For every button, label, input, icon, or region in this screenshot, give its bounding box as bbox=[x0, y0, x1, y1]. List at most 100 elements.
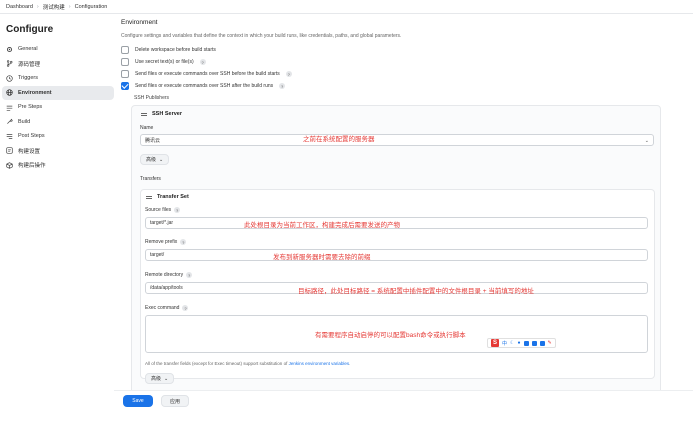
settings-icon bbox=[6, 147, 13, 154]
steps-icon bbox=[6, 104, 13, 111]
transfers-label-text: Transfers bbox=[140, 176, 161, 182]
source-files-value: target/*.jar bbox=[150, 220, 174, 226]
breadcrumb-separator: › bbox=[68, 3, 71, 10]
sidebar-item-environment[interactable]: Environment bbox=[2, 85, 114, 100]
section-title: Environment bbox=[121, 19, 158, 26]
sidebar-item-general[interactable]: General bbox=[2, 42, 114, 57]
server-name-select[interactable]: 腾讯云 ⌄ bbox=[140, 134, 654, 146]
drag-handle-icon[interactable] bbox=[141, 112, 147, 116]
option-label: Use secret text(s) or file(s) bbox=[135, 59, 194, 65]
chevron-down-icon: ⌄ bbox=[159, 156, 164, 163]
sidebar-item-label: Build bbox=[18, 118, 31, 125]
sidebar-item-source-code[interactable]: 源码管理 bbox=[2, 57, 114, 72]
annotation-remove-prefix: 发布到新服务器时需要去除的前缀 bbox=[273, 254, 371, 261]
server-advanced-button[interactable]: 高级 ⌄ bbox=[140, 154, 170, 165]
sidebar-item-label: 构建设置 bbox=[18, 148, 41, 155]
sidebar-item-post-build[interactable]: 构建后操作 bbox=[2, 158, 114, 173]
moon-icon[interactable]: ☾ bbox=[510, 340, 514, 346]
ssh-server-header: SSH Server bbox=[141, 111, 182, 117]
option-delete-workspace[interactable]: Delete workspace before build starts bbox=[121, 46, 216, 54]
help-icon[interactable]: ? bbox=[279, 83, 286, 89]
sidebar-item-label: General bbox=[18, 46, 38, 53]
sidebar-item-triggers[interactable]: Triggers bbox=[2, 71, 114, 86]
sidebar-item-build-settings[interactable]: 构建设置 bbox=[2, 144, 114, 159]
help-icon[interactable]: ? bbox=[199, 59, 206, 65]
help-icon[interactable]: ? bbox=[182, 305, 189, 311]
save-button[interactable]: Save bbox=[123, 395, 153, 407]
advanced-label: 高级 bbox=[151, 376, 162, 382]
ssh-publishers-label: SSH Publishers bbox=[134, 95, 170, 101]
clock-icon bbox=[6, 75, 13, 82]
bottom-action-bar bbox=[114, 390, 693, 426]
help-icon[interactable]: ? bbox=[285, 71, 292, 77]
checkbox-checked[interactable] bbox=[121, 82, 129, 90]
sidebar: General 源码管理 Triggers Environment Pre St… bbox=[2, 42, 114, 173]
checkbox[interactable] bbox=[121, 46, 129, 54]
option-secret-text[interactable]: Use secret text(s) or file(s) ? bbox=[121, 58, 206, 66]
sidebar-item-label: Pre Steps bbox=[18, 104, 43, 111]
sidebar-item-label: 构建后操作 bbox=[18, 163, 46, 170]
breadcrumb-configuration[interactable]: Configuration bbox=[75, 4, 108, 10]
breadcrumb-dashboard[interactable]: Dashboard bbox=[6, 4, 33, 10]
source-files-label-text: Source files bbox=[145, 207, 172, 213]
annotation-remote-directory: 目标路径，此处目标路径 = 系统配置中插件配置中的文件根目录 + 当前填写的地址 bbox=[298, 288, 534, 295]
transfer-set-header: Transfer Set bbox=[146, 194, 189, 200]
sidebar-item-label: Triggers bbox=[18, 75, 38, 82]
remove-prefix-label: Remove prefix ? bbox=[145, 239, 187, 245]
exec-command-label: Exec command ? bbox=[145, 305, 189, 311]
remote-directory-value: /data/app/tools bbox=[150, 285, 183, 291]
help-icon[interactable]: ? bbox=[186, 272, 193, 278]
sidebar-item-build[interactable]: Build bbox=[2, 115, 114, 130]
advanced-label: 高级 bbox=[146, 157, 157, 163]
annotation-source-files: 此处根目录为当前工作区，构建完成后需要发送的产物 bbox=[244, 222, 400, 229]
checkbox[interactable] bbox=[121, 70, 129, 78]
tool-icon[interactable]: ✎ bbox=[548, 340, 552, 346]
help-icon[interactable]: ? bbox=[180, 239, 187, 245]
sidebar-item-label: 源码管理 bbox=[18, 61, 41, 68]
transfer-advanced-button[interactable]: 高级 ⌄ bbox=[145, 373, 175, 384]
sidebar-item-post-steps[interactable]: Post Steps bbox=[2, 129, 114, 144]
remove-prefix-value: target/ bbox=[150, 252, 165, 258]
remove-prefix-label-text: Remove prefix bbox=[145, 239, 178, 245]
shirt-icon[interactable] bbox=[531, 340, 537, 346]
ime-language-toggle[interactable]: 中 bbox=[502, 340, 507, 347]
sidebar-title: Configure bbox=[6, 24, 54, 35]
drag-handle-icon[interactable] bbox=[146, 195, 152, 199]
remote-directory-label: Remote directory ? bbox=[145, 272, 193, 278]
option-label: Delete workspace before build starts bbox=[135, 47, 216, 53]
ime-logo-icon[interactable]: S bbox=[491, 339, 499, 347]
chevron-down-icon: ⌄ bbox=[644, 138, 649, 144]
option-label: Send files or execute commands over SSH … bbox=[135, 83, 274, 89]
source-files-label: Source files ? bbox=[145, 207, 181, 213]
section-description: Configure settings and variables that de… bbox=[121, 33, 402, 39]
annotation-exec-command: 有需要程序自动启停的可以配置bash命令或执行脚本 bbox=[315, 332, 466, 339]
microphone-icon[interactable]: ● bbox=[518, 340, 521, 346]
exec-command-label-text: Exec command bbox=[145, 305, 180, 311]
name-label: Name bbox=[140, 125, 153, 131]
ime-toolbar[interactable]: S 中 ☾ ● ✎ bbox=[487, 338, 556, 348]
cube-icon bbox=[6, 162, 13, 169]
globe-icon bbox=[6, 89, 13, 96]
option-ssh-before-build[interactable]: Send files or execute commands over SSH … bbox=[121, 70, 292, 78]
annotation-server: 之前在系统配置的服务器 bbox=[303, 136, 375, 143]
apply-button[interactable]: 应用 bbox=[161, 395, 189, 407]
build-icon bbox=[6, 118, 13, 125]
help-icon[interactable]: ? bbox=[174, 207, 181, 213]
footnote-suffix: . bbox=[349, 361, 351, 366]
env-variables-link[interactable]: Jenkins environment variables bbox=[289, 361, 350, 366]
remove-prefix-input[interactable]: target/ bbox=[145, 249, 648, 261]
option-label: Send files or execute commands over SSH … bbox=[135, 71, 280, 77]
transfers-label: Transfers bbox=[140, 176, 161, 182]
branch-icon bbox=[6, 60, 13, 68]
breadcrumb: Dashboard › 测试构建 › Configuration bbox=[0, 0, 693, 14]
checkbox[interactable] bbox=[121, 58, 129, 66]
sidebar-item-label: Post Steps bbox=[18, 133, 45, 140]
sidebar-item-label: Environment bbox=[18, 89, 52, 96]
gear-icon bbox=[6, 46, 13, 53]
keyboard-icon[interactable] bbox=[523, 340, 529, 346]
grid-icon[interactable] bbox=[539, 340, 545, 346]
remote-directory-label-text: Remote directory bbox=[145, 272, 184, 278]
sidebar-item-pre-steps[interactable]: Pre Steps bbox=[2, 100, 114, 115]
option-ssh-after-build[interactable]: Send files or execute commands over SSH … bbox=[121, 82, 286, 90]
breadcrumb-job[interactable]: 测试构建 bbox=[43, 3, 65, 11]
